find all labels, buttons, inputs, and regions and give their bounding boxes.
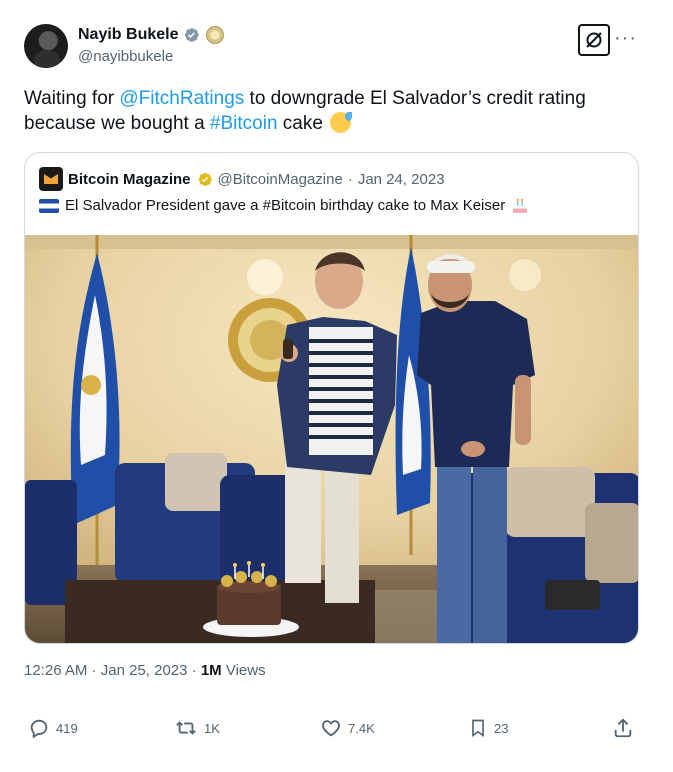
gold-verified-badge-icon	[198, 172, 212, 186]
heart-icon	[322, 720, 340, 737]
quoted-tweet-body: El Salvador President gave a #Bitcoin bi…	[65, 197, 506, 214]
quoted-date[interactable]: Jan 24, 2023	[358, 171, 445, 188]
reply-count: 419	[56, 720, 78, 736]
more-options-icon[interactable]: ···	[614, 27, 637, 50]
tweet-date[interactable]: Jan 25, 2023	[101, 662, 188, 679]
tweet-text-part: Waiting for	[24, 88, 120, 109]
bookmark-icon	[472, 719, 484, 738]
sweat-smile-emoji-icon	[330, 112, 353, 133]
repost-button[interactable]: 1K	[174, 712, 220, 744]
reply-icon	[30, 719, 48, 739]
quoted-separator: ·	[347, 170, 353, 188]
quoted-tweet-photo[interactable]	[25, 235, 639, 644]
views-count: 1M	[200, 662, 222, 679]
quoted-display-name[interactable]: Bitcoin Magazine	[68, 171, 191, 188]
repost-count: 1K	[204, 720, 220, 736]
views-label: Views	[221, 662, 266, 679]
tweet-time[interactable]: 12:26 AM	[24, 662, 87, 679]
tweet-timestamp: 12:26 AM · Jan 25, 2023 · 1M Views	[24, 662, 266, 679]
quoted-tweet-card[interactable]: Bitcoin Magazine @BitcoinMagazine · Jan …	[24, 152, 639, 644]
verified-badge-icon	[185, 28, 200, 42]
like-count: 7.4K	[348, 720, 375, 736]
el-salvador-flag-icon	[39, 198, 59, 213]
share-button[interactable]	[612, 712, 634, 744]
share-icon	[614, 718, 632, 738]
hashtag-link[interactable]: #Bitcoin	[210, 113, 278, 134]
affiliate-seal-icon	[206, 26, 225, 44]
grok-button[interactable]	[578, 24, 610, 56]
bookmark-button[interactable]: 23	[468, 712, 508, 744]
reply-button[interactable]: 419	[28, 712, 78, 744]
bookmark-count: 23	[494, 720, 509, 736]
tweet-text-part: cake	[277, 113, 323, 134]
birthday-cake-icon	[513, 198, 528, 213]
timestamp-separator: ·	[87, 662, 101, 679]
author-avatar[interactable]	[24, 24, 68, 68]
quoted-author-avatar[interactable]	[39, 167, 63, 191]
mention-link[interactable]: @FitchRatings	[119, 88, 244, 109]
quoted-tweet-header: Bitcoin Magazine @BitcoinMagazine · Jan …	[39, 167, 445, 191]
repost-icon	[176, 721, 196, 735]
quoted-tweet-text: El Salvador President gave a #Bitcoin bi…	[39, 197, 529, 214]
quoted-handle[interactable]: @BitcoinMagazine	[218, 171, 343, 188]
tweet-text: Waiting for @FitchRatings to downgrade E…	[24, 86, 644, 136]
tweet-actions-bar: 419 1K 7.4K 23	[0, 712, 673, 744]
grok-icon	[586, 32, 602, 48]
timestamp-separator: ·	[187, 662, 201, 679]
author-display-name[interactable]: Nayib Bukele	[78, 26, 178, 44]
like-button[interactable]: 7.4K	[320, 712, 375, 744]
author-name-row: Nayib Bukele	[78, 26, 225, 44]
author-handle[interactable]: @nayibbukele	[78, 48, 173, 65]
